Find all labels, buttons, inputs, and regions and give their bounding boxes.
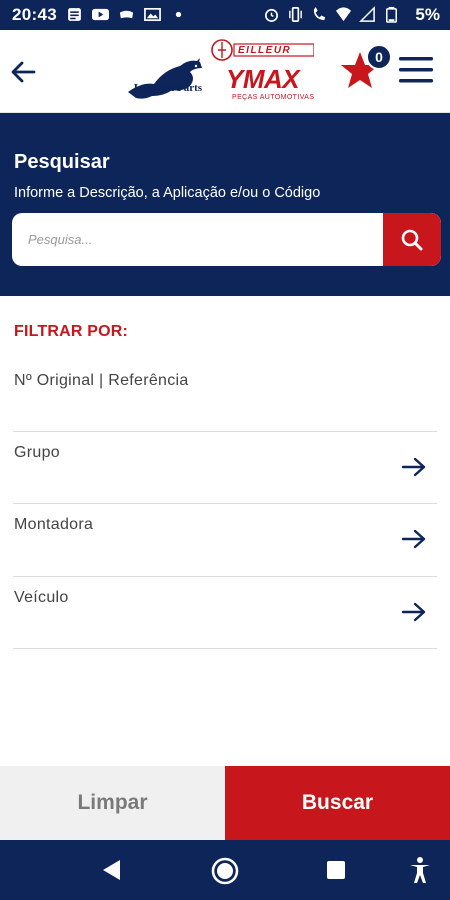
leopard-parts-brand: Leopard Parts [133, 82, 203, 94]
notes-icon [68, 8, 81, 21]
status-bar: 20:43 5% [0, 0, 450, 30]
filter-row-veiculo[interactable]: Veículo [13, 576, 437, 649]
back-triangle-icon[interactable] [100, 858, 124, 882]
filter-row-label: Veículo [14, 589, 69, 606]
android-nav-bar [0, 840, 450, 900]
search-button[interactable] [383, 213, 441, 266]
ymax-brand-sub: PEÇAS AUTOMOTIVAS [232, 94, 315, 101]
wifi-icon [335, 7, 352, 22]
signal-icon [359, 6, 375, 22]
submit-search-button[interactable]: Buscar [225, 766, 450, 840]
search-title: Pesquisar [14, 151, 110, 173]
filter-row-grupo[interactable]: Grupo [13, 431, 437, 504]
alarm-icon [264, 8, 279, 22]
divider [13, 648, 437, 649]
clear-button[interactable]: Limpar [0, 766, 225, 840]
status-battery: 5% [415, 5, 440, 24]
filter-row-label: Montadora [14, 516, 94, 533]
filter-row-label: Grupo [14, 444, 60, 461]
hamburger-menu-icon[interactable] [398, 54, 434, 86]
ymax-brand: YMAX [226, 64, 300, 94]
reference-label[interactable]: Nº Original | Referência [14, 372, 189, 390]
home-circle-icon[interactable] [210, 856, 240, 886]
filter-title: FILTRAR POR: [14, 323, 129, 340]
search-icon [401, 229, 423, 250]
app-header: Leopard Parts EILLEUR YMAX PEÇAS AUTOMOT… [0, 30, 450, 113]
accessibility-icon[interactable] [408, 856, 432, 884]
phone-signal-icon [313, 6, 326, 21]
back-arrow-icon[interactable] [8, 57, 38, 87]
search-subtitle: Informe a Descrição, a Aplicação e/ou o … [14, 185, 321, 201]
search-section: Pesquisar Informe a Descrição, a Aplicaç… [0, 113, 450, 296]
battery-icon [386, 6, 397, 23]
filter-row-montadora[interactable]: Montadora [13, 503, 437, 576]
leopard-logo-icon [128, 58, 202, 99]
image-icon [144, 7, 161, 22]
eilleur-brand: EILLEUR [238, 45, 292, 56]
arrow-right-icon [401, 457, 426, 477]
arrow-right-icon [401, 602, 426, 622]
status-left-icons [66, 6, 187, 23]
arrow-right-icon [401, 529, 426, 549]
recents-square-icon[interactable] [326, 860, 346, 880]
status-time: 20:43 [12, 5, 57, 24]
search-box [12, 213, 441, 266]
game-icon [119, 10, 134, 19]
search-input[interactable] [12, 213, 382, 266]
youtube-icon [92, 8, 109, 21]
favorites-count-badge: 0 [366, 44, 392, 70]
status-right-icons [263, 6, 400, 23]
vibrate-icon [289, 7, 302, 22]
dot-icon [175, 11, 182, 18]
